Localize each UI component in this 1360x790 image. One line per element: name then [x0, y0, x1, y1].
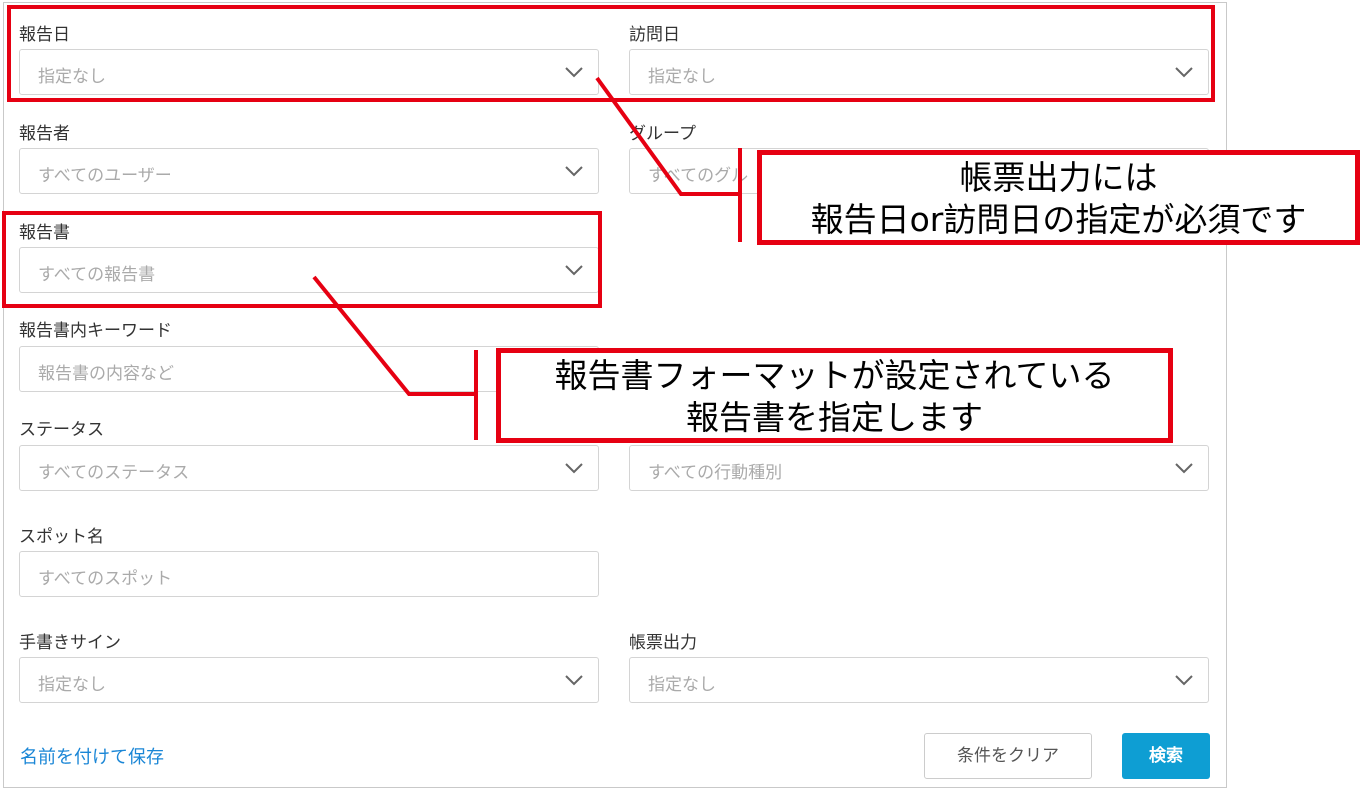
- report-field-highlight: [2, 211, 602, 308]
- keyword-placeholder: 報告書の内容など: [38, 364, 174, 384]
- chevron-down-icon: [565, 166, 583, 177]
- search-button[interactable]: 検索: [1122, 733, 1210, 779]
- chevron-down-icon: [1175, 675, 1193, 686]
- form-output-select[interactable]: 指定なし: [629, 657, 1209, 703]
- reporter-placeholder: すべてのユーザー: [38, 166, 172, 186]
- action-type-select[interactable]: すべての行動種別: [629, 445, 1209, 491]
- save-with-name-link[interactable]: 名前を付けて保存: [20, 743, 164, 769]
- keyword-label: 報告書内キーワード: [19, 321, 172, 341]
- status-select[interactable]: すべてのステータス: [19, 445, 599, 491]
- signature-placeholder: 指定なし: [38, 675, 106, 695]
- reporter-label: 報告者: [19, 124, 70, 144]
- spot-name-label: スポット名: [19, 527, 104, 547]
- spot-name-input[interactable]: すべてのスポット: [19, 551, 599, 597]
- status-placeholder: すべてのステータス: [38, 463, 190, 483]
- form-output-label: 帳票出力: [629, 633, 697, 653]
- report-callout-line1: 報告書フォーマットが設定されている: [554, 356, 1115, 395]
- signature-select[interactable]: 指定なし: [19, 657, 599, 703]
- date-callout-line1: 帳票出力には: [959, 158, 1158, 197]
- form-output-placeholder: 指定なし: [648, 675, 716, 695]
- clear-conditions-button[interactable]: 条件をクリア: [924, 733, 1092, 779]
- signature-label: 手書きサイン: [19, 633, 121, 653]
- chevron-down-icon: [1175, 463, 1193, 474]
- chevron-down-icon: [565, 463, 583, 474]
- date-fields-highlight: [7, 5, 1215, 102]
- group-placeholder: すべてのグル: [648, 166, 749, 186]
- report-callout-line2: 報告書を指定します: [686, 398, 983, 437]
- chevron-down-icon: [565, 675, 583, 686]
- spot-name-placeholder: すべてのスポット: [38, 569, 173, 589]
- action-type-placeholder: すべての行動種別: [648, 463, 783, 483]
- status-label: ステータス: [19, 420, 104, 440]
- report-format-callout: 報告書フォーマットが設定されている 報告書を指定します: [496, 348, 1173, 443]
- date-requirement-callout: 帳票出力には 報告日or訪問日の指定が必須です: [757, 150, 1360, 245]
- reporter-select[interactable]: すべてのユーザー: [19, 148, 599, 194]
- date-callout-line2: 報告日or訪問日の指定が必須です: [810, 200, 1307, 239]
- group-label: グループ: [629, 124, 696, 144]
